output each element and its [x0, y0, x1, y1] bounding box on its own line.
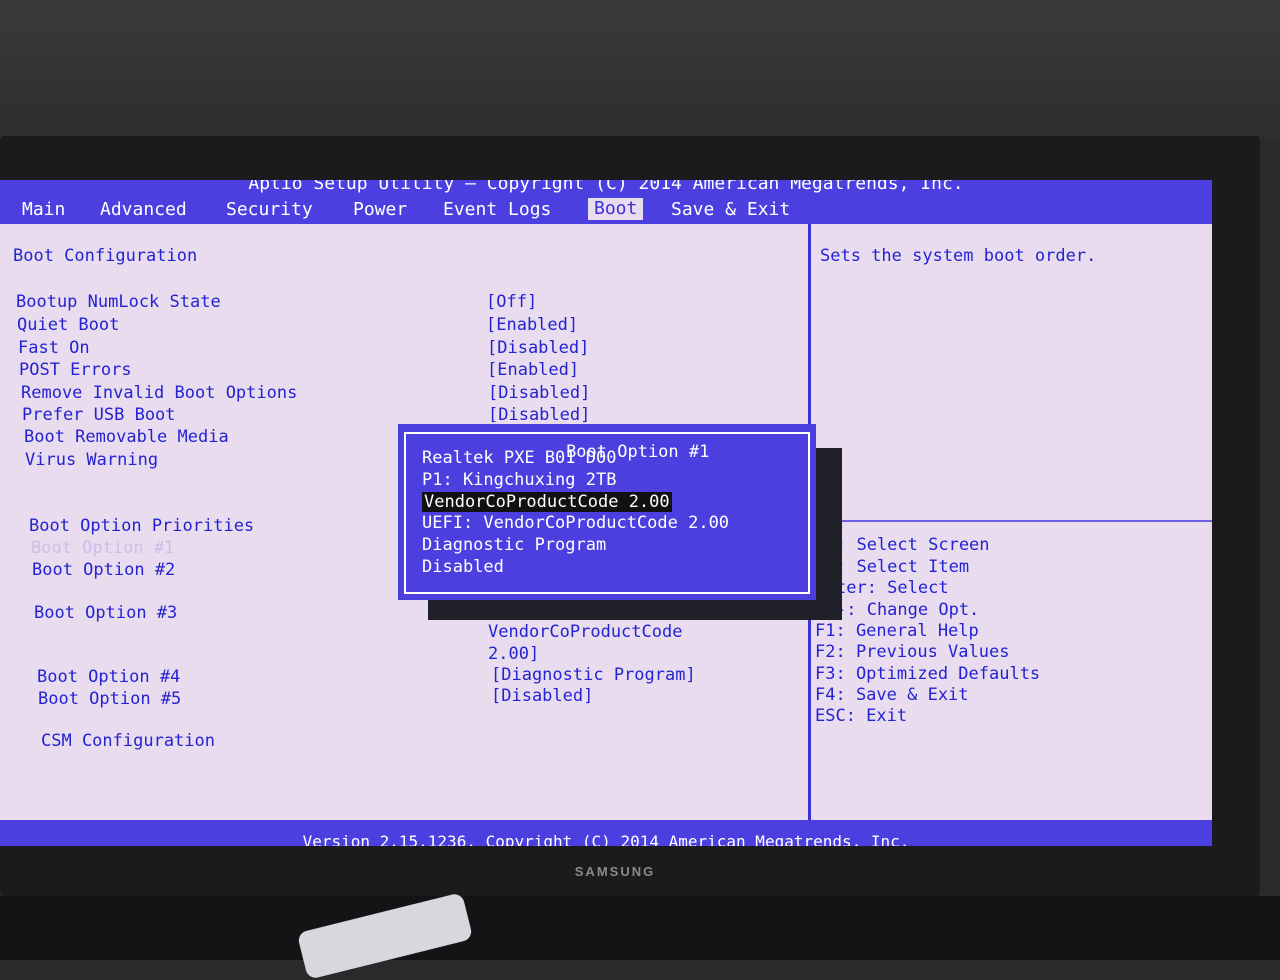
tab-save-exit[interactable]: Save & Exit — [671, 199, 790, 221]
boot-option-3-label[interactable]: Boot Option #3 — [34, 603, 177, 623]
tab-boot[interactable]: Boot — [588, 198, 644, 220]
popup-option-vendorco-selected[interactable]: VendorCoProductCode 2.00 — [422, 492, 672, 512]
monitor-brand-logo: SAMSUNG — [574, 864, 656, 879]
help-key-f2: F2: Previous Values — [815, 642, 1010, 662]
setting-label-virus-warning[interactable]: Virus Warning — [25, 450, 158, 470]
setting-value-remove-invalid[interactable]: [Disabled] — [488, 383, 590, 403]
setting-value-numlock[interactable]: [Off] — [486, 292, 537, 312]
setting-value-quiet-boot[interactable]: [Enabled] — [486, 315, 578, 335]
tab-main[interactable]: Main — [22, 199, 65, 221]
setting-value-post-errors[interactable]: [Enabled] — [487, 360, 579, 380]
footer-version: Version 2.15.1236. Copyright (C) 2014 Am… — [302, 832, 910, 846]
help-key-f1: F1: General Help — [815, 621, 979, 641]
bios-screen: Aptio Setup Utility – Copyright (C) 2014… — [0, 180, 1212, 846]
boot-option-3-value[interactable]: VendorCoProductCode — [488, 622, 682, 642]
bios-title: Aptio Setup Utility – Copyright (C) 2014… — [248, 180, 964, 194]
section-title: Boot Configuration — [13, 246, 198, 266]
priorities-title: Boot Option Priorities — [29, 516, 255, 536]
help-key-esc: ESC: Exit — [815, 706, 908, 726]
boot-option-5-value[interactable]: [Disabled] — [491, 686, 593, 706]
popup-option-uefi-vendorco[interactable]: UEFI: VendorCoProductCode 2.00 — [422, 513, 729, 533]
tab-advanced[interactable]: Advanced — [100, 199, 187, 221]
help-key-select-screen: : Select Screen — [836, 535, 990, 555]
setting-label-boot-removable[interactable]: Boot Removable Media — [24, 427, 229, 447]
popup-option-diagnostic[interactable]: Diagnostic Program — [422, 535, 606, 555]
boot-option-5-label[interactable]: Boot Option #5 — [38, 689, 181, 709]
setting-label-numlock[interactable]: Bootup NumLock State — [16, 292, 221, 312]
setting-label-quiet-boot[interactable]: Quiet Boot — [17, 315, 119, 335]
help-key-change-opt: -: Change Opt. — [836, 600, 980, 620]
help-key-select-item: : Select Item — [836, 557, 970, 577]
csm-configuration-link[interactable]: CSM Configuration — [41, 731, 215, 751]
boot-option-4-value[interactable]: [Diagnostic Program] — [491, 665, 696, 685]
boot-option-1-label[interactable]: Boot Option #1 — [31, 538, 174, 558]
popup-option-disabled[interactable]: Disabled — [422, 557, 504, 577]
setting-label-remove-invalid[interactable]: Remove Invalid Boot Options — [21, 383, 297, 403]
boot-option-3-value-cont[interactable]: 2.00] — [488, 644, 539, 664]
help-description: Sets the system boot order. — [820, 246, 1097, 266]
setting-label-fast-on[interactable]: Fast On — [18, 338, 90, 358]
help-key-select: ter: Select — [836, 578, 949, 598]
tab-event-logs[interactable]: Event Logs — [443, 199, 551, 221]
boot-option-popup[interactable]: Boot Option #1 Realtek PXE B01 D00 P1: K… — [398, 424, 816, 600]
help-key-f4: F4: Save & Exit — [815, 685, 969, 705]
setting-value-fast-on[interactable]: [Disabled] — [487, 338, 589, 358]
background-wall — [0, 0, 1280, 140]
bios-header: Aptio Setup Utility – Copyright (C) 2014… — [0, 180, 1212, 224]
boot-option-2-label[interactable]: Boot Option #2 — [32, 560, 175, 580]
tab-security[interactable]: Security — [226, 199, 313, 221]
desk-surface — [0, 896, 1280, 960]
setting-label-prefer-usb[interactable]: Prefer USB Boot — [22, 405, 176, 425]
tab-power[interactable]: Power — [353, 199, 407, 221]
help-key-f3: F3: Optimized Defaults — [815, 664, 1041, 684]
popup-option-kingchuxing[interactable]: P1: Kingchuxing 2TB — [422, 470, 616, 490]
help-divider — [811, 520, 1212, 522]
setting-label-post-errors[interactable]: POST Errors — [19, 360, 132, 380]
boot-option-4-label[interactable]: Boot Option #4 — [37, 667, 180, 687]
popup-option-realtek[interactable]: Realtek PXE B01 D00 — [422, 448, 616, 468]
